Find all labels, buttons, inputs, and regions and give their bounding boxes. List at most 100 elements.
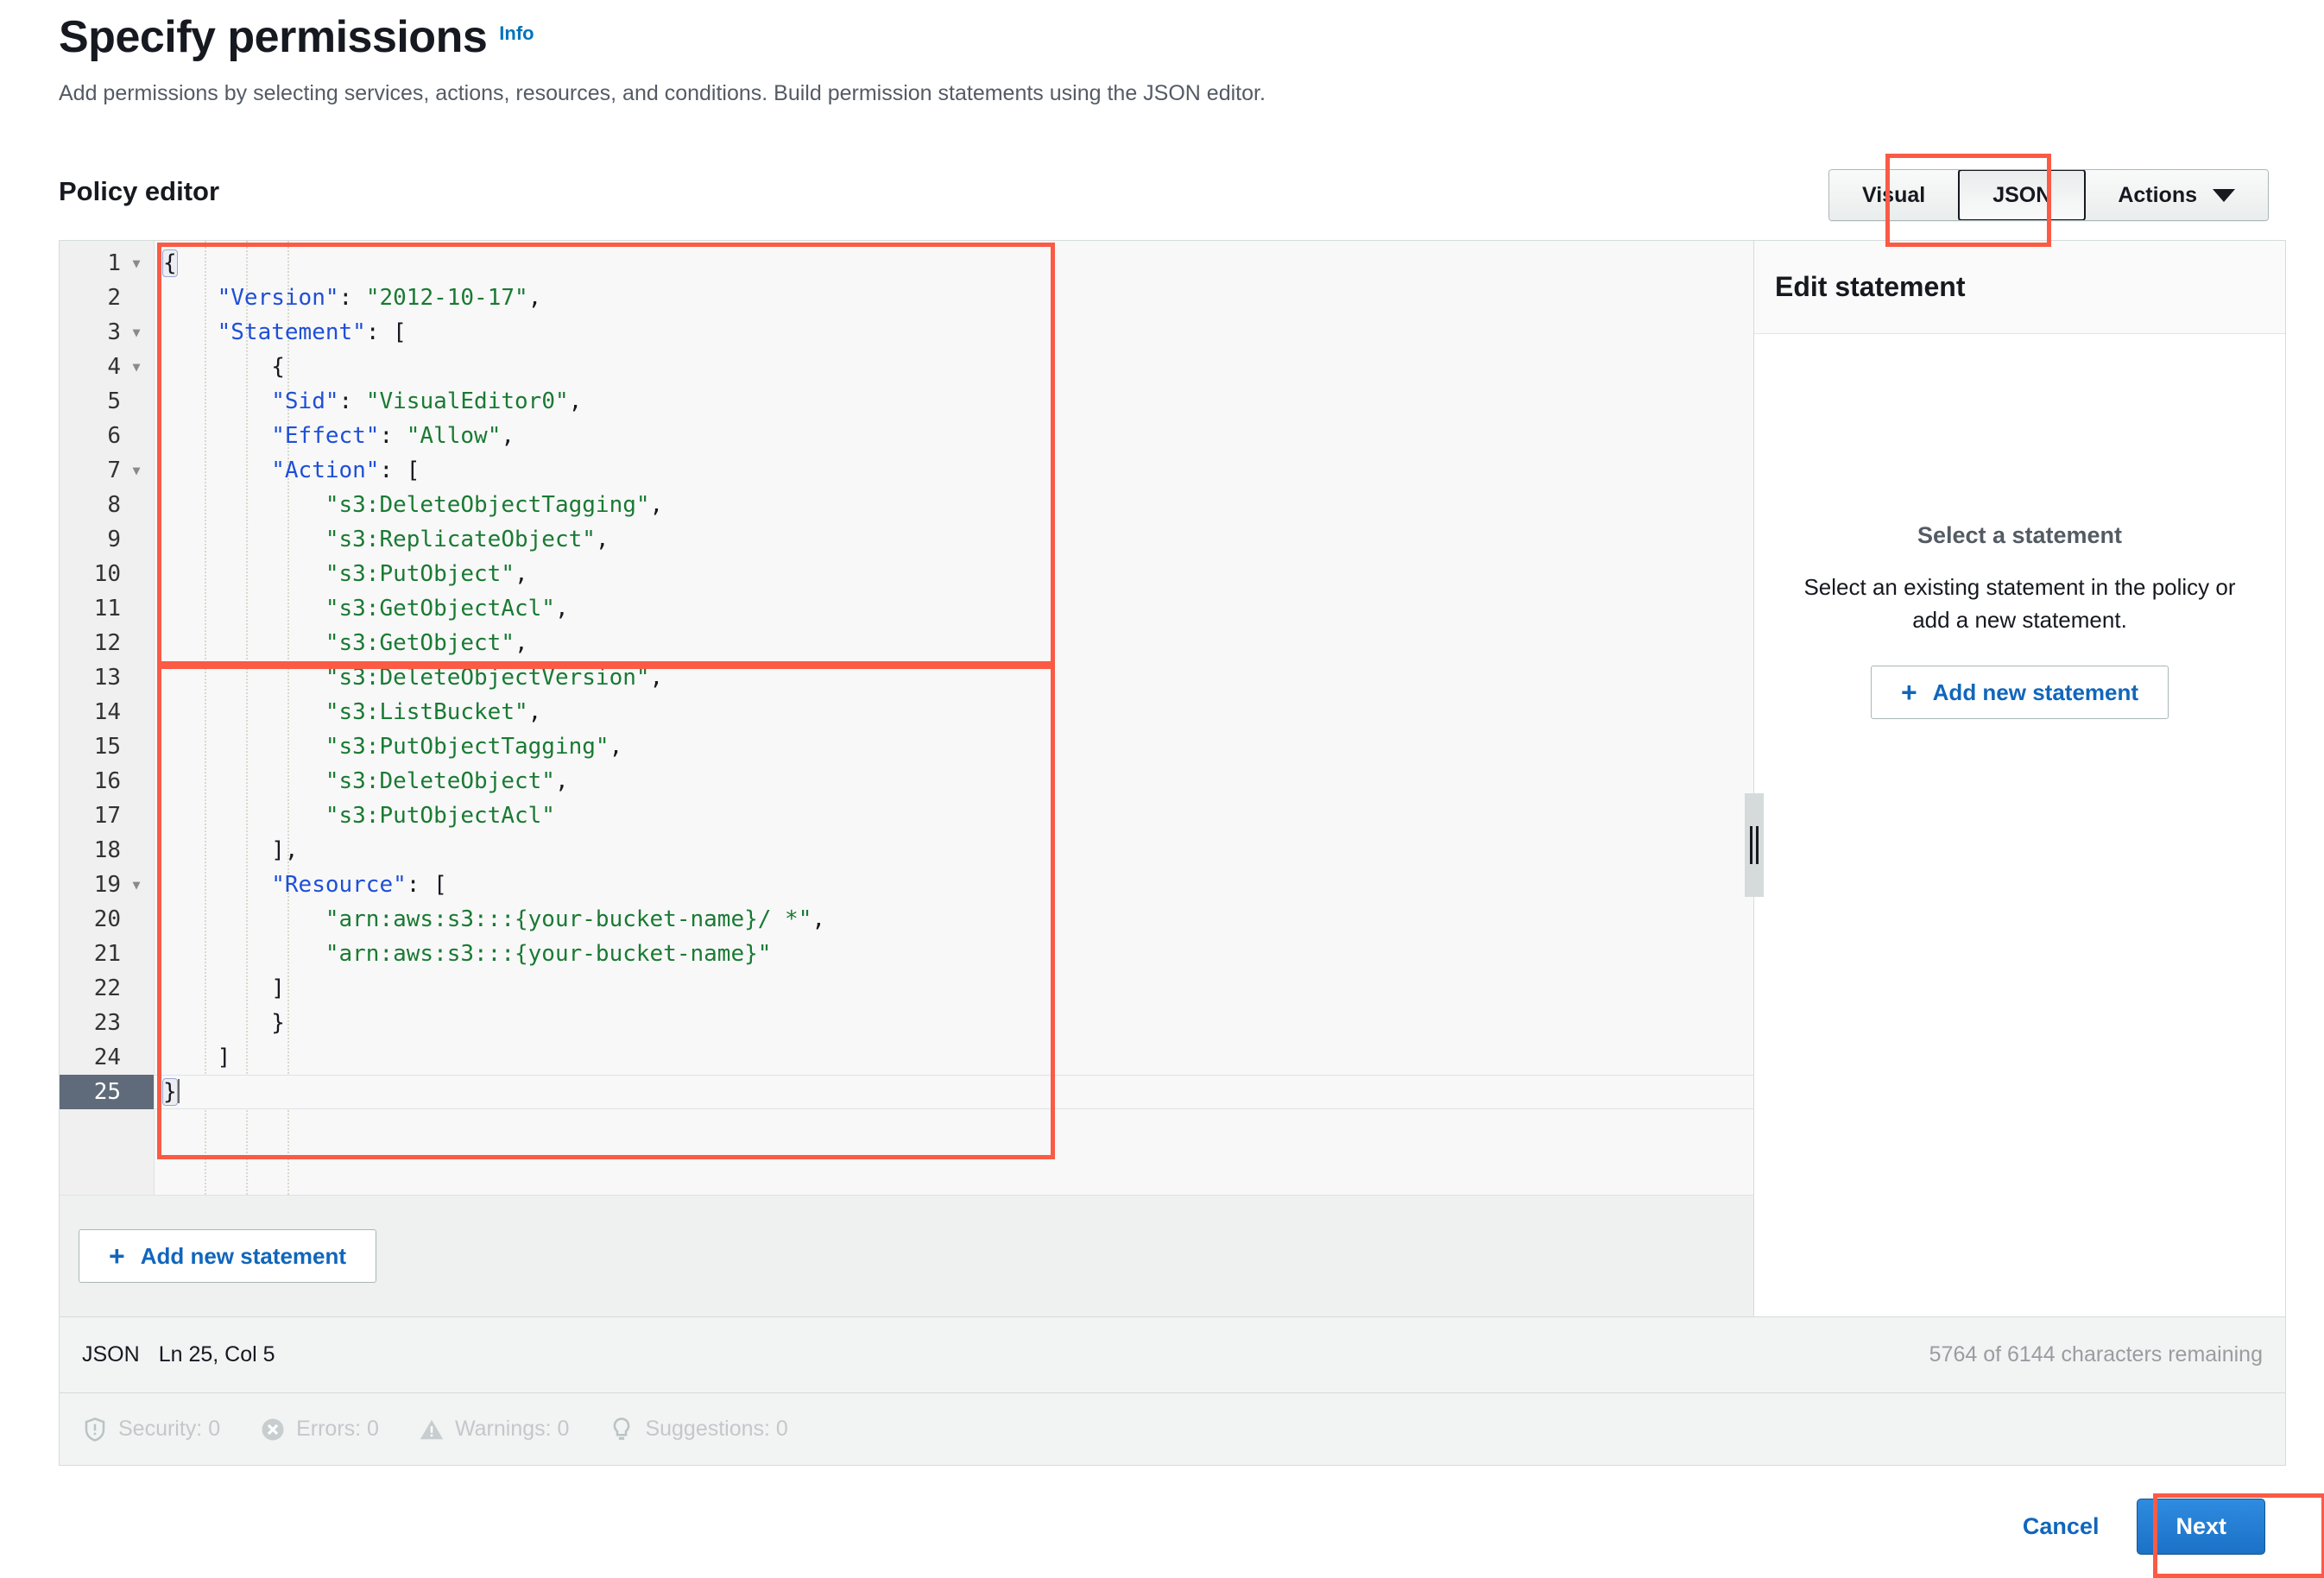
line-number[interactable]: 15▼ — [60, 729, 154, 764]
line-number[interactable]: 1 ▼ — [60, 246, 154, 281]
line-number[interactable]: 12▼ — [60, 626, 154, 660]
line-number[interactable]: 24▼ — [60, 1040, 154, 1075]
code-line[interactable]: "s3:DeleteObject", — [155, 764, 1753, 798]
fold-arrow-icon[interactable]: ▼ — [126, 360, 147, 374]
line-number[interactable]: 23▼ — [60, 1006, 154, 1040]
code-area: 1▼2▼3▼4▼5▼6▼7▼8▼9▼10▼11▼12▼13▼14▼15▼16▼1… — [60, 241, 1753, 1195]
code-line[interactable]: "Version": "2012-10-17", — [155, 281, 1753, 315]
code-token: , — [595, 527, 609, 552]
code-token: : [ — [406, 872, 447, 898]
code-line[interactable]: "arn:aws:s3:::{your-bucket-name}/ *", — [155, 902, 1753, 937]
code-token: "Sid" — [271, 388, 339, 414]
tab-visual[interactable]: Visual — [1829, 170, 1960, 220]
code-line[interactable]: "s3:PutObject", — [155, 557, 1753, 591]
code-line[interactable]: "s3:DeleteObjectVersion", — [155, 660, 1753, 695]
line-number[interactable]: 19 ▼ — [60, 868, 154, 902]
line-number[interactable]: 11▼ — [60, 591, 154, 626]
cancel-button[interactable]: Cancel — [2023, 1513, 2100, 1540]
line-number[interactable]: 18▼ — [60, 833, 154, 868]
line-number[interactable]: 9▼ — [60, 522, 154, 557]
code-line[interactable]: { — [155, 350, 1753, 384]
line-number[interactable]: 6▼ — [60, 419, 154, 453]
code-line[interactable]: "s3:ListBucket", — [155, 695, 1753, 729]
chevron-down-icon — [2213, 188, 2235, 202]
line-number[interactable]: 7 ▼ — [60, 453, 154, 488]
line-number[interactable]: 2▼ — [60, 281, 154, 315]
status-left: JSON Ln 25, Col 5 — [82, 1342, 275, 1367]
policy-editor-section-header: Policy editor Visual JSON Actions — [59, 169, 2269, 221]
code-line[interactable]: "s3:ReplicateObject", — [155, 522, 1753, 557]
actions-dropdown-button[interactable]: Actions — [2085, 170, 2268, 220]
code-token: "Allow" — [406, 423, 502, 449]
code-line[interactable]: "s3:PutObjectTagging", — [155, 729, 1753, 764]
code-line[interactable]: "Action": [ — [155, 453, 1753, 488]
panel-add-new-statement-button[interactable]: + Add new statement — [1870, 666, 2169, 720]
line-number[interactable]: 22▼ — [60, 971, 154, 1006]
code-line[interactable]: "s3:DeleteObjectTagging", — [155, 488, 1753, 522]
finding-lightbulb[interactable]: Suggestions: 0 — [609, 1417, 788, 1442]
code-token: } — [271, 1010, 285, 1036]
section-title: Policy editor — [59, 176, 220, 206]
line-number[interactable]: 25▼ — [60, 1075, 154, 1109]
code-token: : [ — [379, 458, 420, 483]
code-token: "s3:GetObjectAcl" — [325, 596, 555, 622]
code-line[interactable]: "s3:GetObjectAcl", — [155, 591, 1753, 626]
code-line[interactable]: "s3:PutObjectAcl" — [155, 798, 1753, 833]
resize-handle-icon[interactable] — [1745, 793, 1764, 897]
fold-arrow-icon[interactable]: ▼ — [126, 325, 147, 339]
line-number[interactable]: 16▼ — [60, 764, 154, 798]
code-line[interactable]: "arn:aws:s3:::{your-bucket-name}" — [155, 937, 1753, 971]
fold-arrow-icon[interactable]: ▼ — [126, 464, 147, 477]
code-line[interactable]: ] — [155, 1040, 1753, 1075]
finding-shield[interactable]: Security: 0 — [82, 1417, 220, 1442]
code-token: "s3:PutObject" — [325, 561, 515, 587]
code-token: "Action" — [271, 458, 380, 483]
code-line[interactable]: "Effect": "Allow", — [155, 419, 1753, 453]
code-token: , — [554, 596, 569, 622]
code-token: , — [515, 630, 528, 656]
line-number[interactable]: 10▼ — [60, 557, 154, 591]
info-link[interactable]: Info — [499, 22, 534, 45]
line-number[interactable]: 13▼ — [60, 660, 154, 695]
code-line[interactable]: "Resource": [ — [155, 868, 1753, 902]
add-statement-bar: + Add new statement — [60, 1195, 1753, 1316]
line-number[interactable]: 14▼ — [60, 695, 154, 729]
finding-warning[interactable]: Warnings: 0 — [419, 1417, 569, 1442]
code-line[interactable]: "Statement": [ — [155, 315, 1753, 350]
code-token: , — [649, 492, 664, 518]
code-token: , — [515, 561, 528, 587]
code-line[interactable]: ], — [155, 833, 1753, 868]
edit-statement-empty-state: Select a statement Select an existing st… — [1754, 334, 2285, 1316]
line-number[interactable]: 17▼ — [60, 798, 154, 833]
line-number[interactable]: 4 ▼ — [60, 350, 154, 384]
code-token: } — [162, 1078, 178, 1106]
fold-arrow-icon[interactable]: ▼ — [126, 256, 147, 270]
finding-error[interactable]: Errors: 0 — [260, 1417, 379, 1442]
finding-label: Errors: 0 — [296, 1417, 379, 1441]
line-number[interactable]: 21▼ — [60, 937, 154, 971]
line-number[interactable]: 8▼ — [60, 488, 154, 522]
line-number-gutter[interactable]: 1▼2▼3▼4▼5▼6▼7▼8▼9▼10▼11▼12▼13▼14▼15▼16▼1… — [60, 241, 155, 1195]
code-text-area[interactable]: { "Version": "2012-10-17", "Statement": … — [155, 241, 1753, 1195]
fold-arrow-icon[interactable]: ▼ — [126, 878, 147, 892]
line-number[interactable]: 5▼ — [60, 384, 154, 419]
line-number[interactable]: 20▼ — [60, 902, 154, 937]
code-line[interactable]: "s3:GetObject", — [155, 626, 1753, 660]
tab-json[interactable]: JSON — [1958, 170, 2087, 220]
edit-statement-header: Edit statement — [1754, 241, 2285, 334]
code-line[interactable]: { — [155, 246, 1753, 281]
code-line[interactable]: "Sid": "VisualEditor0", — [155, 384, 1753, 419]
code-line[interactable]: } — [155, 1075, 1753, 1109]
line-number[interactable]: 3 ▼ — [60, 315, 154, 350]
code-line[interactable]: } — [155, 1006, 1753, 1040]
code-token: "2012-10-17" — [365, 285, 528, 311]
code-line[interactable]: ] — [155, 971, 1753, 1006]
empty-state-description: Select an existing statement in the poli… — [1803, 574, 2236, 633]
next-button[interactable]: Next — [2137, 1499, 2265, 1555]
code-token: "s3:GetObject" — [325, 630, 515, 656]
lightbulb-icon — [609, 1417, 635, 1442]
code-token: : — [379, 423, 407, 449]
add-new-statement-button[interactable]: + Add new statement — [79, 1229, 377, 1283]
edit-statement-title: Edit statement — [1775, 271, 1966, 302]
code-token: , — [527, 699, 542, 725]
